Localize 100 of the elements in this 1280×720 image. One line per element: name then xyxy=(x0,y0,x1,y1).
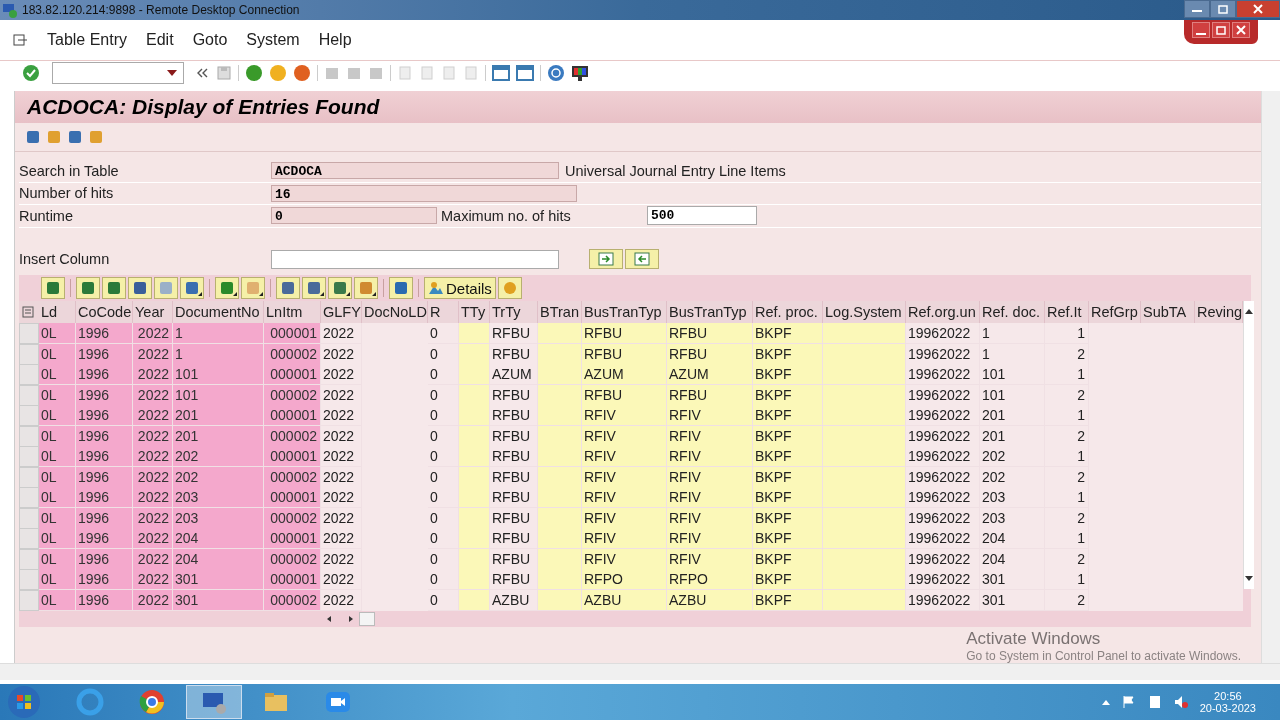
table-cell: 0 xyxy=(428,569,459,590)
table-cell: 19962022 xyxy=(906,507,980,529)
start-button[interactable] xyxy=(6,684,42,720)
menu-item[interactable]: Help xyxy=(318,31,352,49)
print-button[interactable] xyxy=(276,277,300,299)
table-cell: 19962022 xyxy=(906,548,980,570)
monitor-icon[interactable] xyxy=(571,64,589,82)
table-cell: 2 xyxy=(1045,589,1089,611)
save-icon[interactable] xyxy=(216,65,232,81)
menu-item[interactable]: Goto xyxy=(192,31,228,49)
new-session-icon[interactable] xyxy=(492,64,510,82)
menu-item[interactable]: Table Entry xyxy=(47,31,128,49)
menu-item[interactable]: Edit xyxy=(146,31,174,49)
input-field[interactable]: 500 xyxy=(647,206,757,226)
close-icon xyxy=(1252,4,1264,14)
table-cell: 201 xyxy=(173,425,264,447)
table-cell: RFBU xyxy=(490,384,538,406)
table-cell xyxy=(538,466,582,488)
table-cell: 202 xyxy=(173,466,264,488)
command-field[interactable] xyxy=(52,62,184,84)
table-cell xyxy=(538,548,582,570)
restore-button[interactable] xyxy=(1212,22,1230,38)
close-icon xyxy=(1235,24,1247,36)
table-cell: 0L xyxy=(39,364,76,385)
close-button[interactable] xyxy=(1232,22,1250,38)
field-label: Search in Table xyxy=(19,162,120,179)
table-cell: BKPF xyxy=(753,487,823,508)
subtotal-button[interactable] xyxy=(241,277,265,299)
vertical-scrollbar[interactable] xyxy=(1243,301,1254,589)
scroll-arrows-icon[interactable] xyxy=(325,614,355,624)
system-menu-icon[interactable] xyxy=(12,32,28,48)
output-field: ACDOCA xyxy=(271,162,559,180)
window-horizontal-scrollbar[interactable] xyxy=(0,663,1280,680)
shortcut-icon[interactable] xyxy=(516,64,534,82)
table-cell: 0 xyxy=(428,487,459,508)
sum-button[interactable] xyxy=(215,277,239,299)
minimize-button[interactable] xyxy=(1184,0,1210,18)
table-cell: 1 xyxy=(1045,569,1089,590)
insert-column-button[interactable] xyxy=(589,249,623,270)
minimize-button[interactable] xyxy=(1192,22,1210,38)
help-icon[interactable] xyxy=(547,64,565,82)
table-cell: 1 xyxy=(1045,487,1089,508)
table-cell: 0 xyxy=(428,528,459,549)
zoom-button[interactable] xyxy=(41,277,65,299)
remove-column-button[interactable] xyxy=(625,249,659,270)
tray-arrow-icon[interactable] xyxy=(1101,699,1110,705)
export-button[interactable] xyxy=(328,277,352,299)
find-button[interactable] xyxy=(128,277,152,299)
table-cell: 203 xyxy=(173,507,264,529)
activation-notice: Go to System in Control Panel to activate Windows. xyxy=(966,649,1241,663)
table-cell: 301 xyxy=(173,589,264,611)
field-label: Runtime xyxy=(19,207,74,224)
table-cell xyxy=(459,569,490,590)
arrow-left-icon xyxy=(634,252,650,267)
info-button[interactable] xyxy=(389,277,413,299)
table-cell: RFPO xyxy=(582,569,667,590)
filter-button[interactable] xyxy=(180,277,204,299)
details-button[interactable]: Details xyxy=(424,277,496,299)
restore-button[interactable] xyxy=(1210,0,1236,18)
sort-descending-button[interactable] xyxy=(102,277,126,299)
clock-date[interactable]: 20-03-2023 xyxy=(1199,702,1256,714)
table-cell: 1 xyxy=(173,343,264,365)
table-cell: BKPF xyxy=(753,425,823,447)
speaker-icon[interactable] xyxy=(1173,695,1188,709)
flag-icon[interactable] xyxy=(1121,695,1136,709)
scroll-thumb[interactable] xyxy=(359,612,375,626)
table-cell: RFPO xyxy=(667,569,753,590)
layout-button[interactable] xyxy=(354,277,378,299)
table-cell: 000001 xyxy=(264,487,321,508)
input-field[interactable] xyxy=(271,249,559,269)
field-label: Insert Column xyxy=(19,251,111,268)
table-cell xyxy=(538,569,582,590)
view-button[interactable] xyxy=(302,277,326,299)
output-field: 0 xyxy=(271,207,437,225)
close-button[interactable] xyxy=(1236,0,1280,18)
clock-time[interactable]: 20:56 xyxy=(1214,690,1242,702)
table-cell xyxy=(459,446,490,467)
table-cell: 0L xyxy=(39,466,76,488)
dropdown-icon xyxy=(233,292,237,296)
scroll-up-icon[interactable] xyxy=(1244,307,1254,315)
taskbar-button[interactable] xyxy=(186,685,242,719)
window-scrollbar[interactable] xyxy=(1261,91,1280,663)
table-cell xyxy=(538,487,582,508)
dropdown-icon xyxy=(372,292,376,296)
table-cell: 2022 xyxy=(133,548,173,570)
check-icon[interactable] xyxy=(22,64,40,82)
graphic-button[interactable] xyxy=(497,277,522,299)
table-cell: RFBU xyxy=(667,384,753,406)
table-cell: 2022 xyxy=(321,425,362,447)
table-cell: 0L xyxy=(39,507,76,529)
activation-notice-title: Activate Windows xyxy=(966,629,1102,649)
sort-ascending-button[interactable] xyxy=(76,277,100,299)
table-cell: RFBU xyxy=(667,323,753,344)
table-cell: 2022 xyxy=(321,507,362,529)
table-cell: 201 xyxy=(173,405,264,426)
table-cell: 2022 xyxy=(133,446,173,467)
table-cell: 19962022 xyxy=(906,466,980,488)
menu-item[interactable]: System xyxy=(246,31,300,49)
scroll-down-icon[interactable] xyxy=(1244,575,1254,583)
table-cell: 1996 xyxy=(76,548,133,570)
